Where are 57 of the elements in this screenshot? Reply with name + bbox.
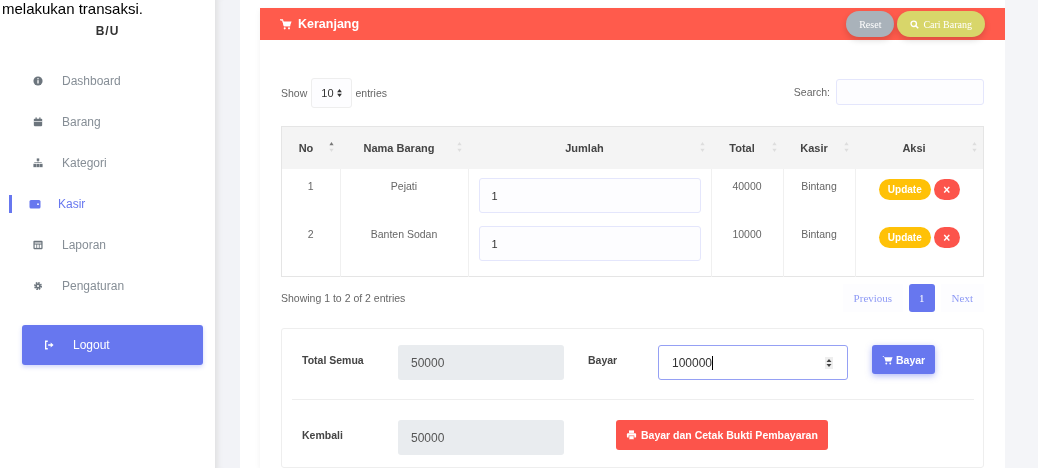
show-label: Show (281, 87, 308, 99)
table-cell: 1 (281, 169, 340, 217)
pagination-button[interactable]: 1 (909, 284, 935, 312)
sidebar-item[interactable]: Barang (0, 101, 215, 142)
cart-icon (280, 18, 292, 30)
calendar-icon (33, 116, 43, 127)
entries-label: entries (355, 87, 388, 99)
table-cell: Banten Sodan (340, 217, 468, 277)
settings-icon (33, 280, 43, 291)
sidebar-item[interactable]: Pengaturan (0, 265, 215, 306)
sidebar-item[interactable]: Kategori (0, 142, 215, 183)
sort-arrows-icon (336, 89, 342, 97)
wallet-icon (29, 197, 41, 210)
quantity-field[interactable]: 1 (478, 178, 701, 213)
search-label: Search: (793, 86, 830, 98)
info-icon (33, 75, 43, 86)
table-info: Showing 1 to 2 of 2 entries (281, 292, 406, 304)
sidebar-item[interactable]: Dashboard (0, 60, 215, 101)
page-size-select[interactable]: 10 (311, 78, 352, 108)
search-icon (910, 19, 920, 29)
reset-button[interactable]: Reset (846, 11, 895, 37)
search-field[interactable] (836, 79, 984, 105)
table-cell: 2 (281, 217, 340, 277)
change-field[interactable]: 50000 (398, 420, 564, 455)
delete-button[interactable]: × (933, 179, 960, 200)
table-cell: Bintang (783, 169, 855, 217)
page-caption: melakukan transaksi. (2, 0, 143, 17)
report-icon (33, 239, 43, 250)
pay-label: Bayar (588, 353, 619, 366)
card-title-text: Keranjang (298, 17, 360, 31)
sidebar-item[interactable]: Laporan (0, 224, 215, 265)
column-header[interactable]: Aksi (855, 126, 984, 169)
logout-button[interactable]: Logout (22, 325, 203, 365)
column-header[interactable]: Jumlah (468, 126, 711, 169)
column-header[interactable]: Total (711, 126, 783, 169)
quantity-field[interactable]: 1 (478, 226, 701, 261)
column-header[interactable]: Kasir (783, 126, 855, 169)
pay-and-print-button[interactable]: Bayar dan Cetak Bukti Pembayaran (616, 420, 828, 450)
pay-button[interactable]: Bayar (872, 345, 936, 374)
change-label: Kembali (301, 428, 344, 441)
total-label: Total Semua (301, 353, 365, 366)
sidebar-item[interactable]: Kasir (0, 183, 215, 224)
pay-amount-field[interactable]: 100000 (658, 345, 848, 380)
cart-icon (882, 354, 893, 365)
printer-icon (626, 430, 637, 440)
brand-name: B/U (94, 24, 121, 38)
delete-button[interactable]: × (933, 227, 960, 248)
table-cell: 10000 (711, 217, 783, 277)
logout-icon (44, 340, 54, 350)
total-field[interactable]: 50000 (398, 345, 564, 380)
table-cell: Pejati (340, 169, 468, 217)
sitemap-icon (33, 157, 43, 168)
table-cell: 40000 (711, 169, 783, 217)
table-cell: Bintang (783, 217, 855, 277)
column-header[interactable]: Nama Barang (340, 126, 468, 169)
spinner-icon (825, 357, 833, 369)
column-header[interactable]: No (281, 126, 340, 169)
